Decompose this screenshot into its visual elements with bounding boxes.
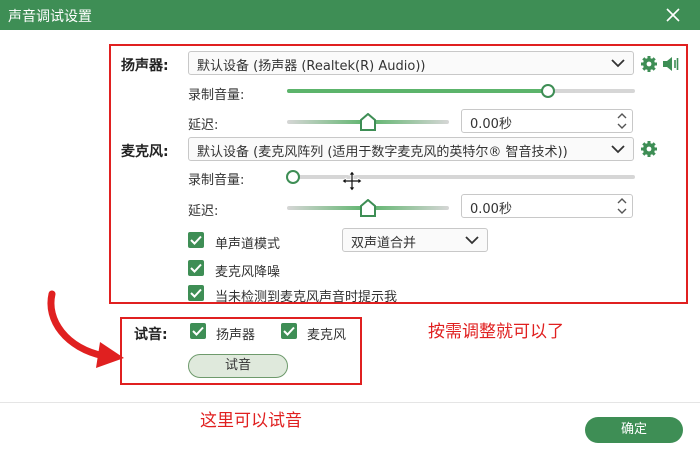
noise-reduction-label: 麦克风降噪 [215, 265, 281, 280]
channel-mode-select[interactable]: 双声道合并 [342, 228, 488, 252]
checkmark-icon [190, 235, 202, 245]
speaker-device-select[interactable]: 默认设备 (扬声器 (Realtek(R) Audio)) [188, 51, 634, 75]
speaker-delay-spinbox[interactable]: 0.00秒 [461, 109, 633, 133]
checkmark-icon [190, 263, 202, 273]
noise-reduction-checkbox[interactable] [188, 260, 204, 276]
speaker-device-value: 默认设备 (扬声器 (Realtek(R) Audio)) [197, 59, 426, 74]
slider-fill [287, 89, 548, 93]
gear-icon[interactable] [640, 140, 658, 158]
move-cursor-icon [341, 170, 363, 192]
checkmark-icon [192, 326, 204, 336]
checkmark-icon [190, 288, 202, 298]
slider-knob-pentagon[interactable] [360, 113, 376, 131]
chevron-down-icon [611, 59, 625, 68]
gear-icon[interactable] [640, 55, 658, 73]
speaker-volume-icon[interactable] [662, 55, 680, 73]
test-sound-button[interactable]: 试音 [188, 354, 288, 378]
mic-device-select[interactable]: 默认设备 (麦克风阵列 (适用于数字麦克风的英特尔® 智音技术)) [188, 137, 634, 161]
test-mic-label: 麦克风 [307, 328, 347, 343]
test-mic-checkbox[interactable] [281, 323, 297, 339]
annotation-try-here: 这里可以试音 [200, 411, 302, 431]
mono-mode-label: 单声道模式 [215, 237, 281, 252]
speaker-volume-label: 录制音量: [188, 88, 245, 103]
speaker-delay-label: 延迟: [188, 118, 219, 133]
test-speaker-label: 扬声器 [216, 328, 256, 343]
mic-delay-label: 延迟: [188, 204, 219, 219]
red-arrow-icon [47, 290, 124, 368]
spin-arrows-icon[interactable] [616, 111, 628, 131]
spin-arrows-icon[interactable] [616, 196, 628, 216]
checkmark-icon [283, 326, 295, 336]
notify-no-mic-label: 当未检测到麦克风声音时提示我 [215, 290, 398, 305]
mono-mode-checkbox[interactable] [188, 232, 204, 248]
test-label: 试音: [134, 327, 168, 343]
chevron-down-icon [465, 236, 479, 245]
speaker-delay-value: 0.00秒 [470, 117, 512, 132]
mic-delay-spinbox[interactable]: 0.00秒 [461, 194, 633, 218]
speaker-volume-slider[interactable] [287, 84, 635, 98]
speaker-label: 扬声器: [121, 58, 169, 74]
slider-knob-pentagon[interactable] [360, 199, 376, 217]
window-title: 声音调试设置 [8, 9, 92, 25]
annotation-adjust: 按需调整就可以了 [428, 322, 564, 342]
mic-delay-value: 0.00秒 [470, 202, 512, 217]
close-icon[interactable] [664, 6, 682, 24]
footer-divider [0, 402, 700, 403]
speaker-delay-slider[interactable] [287, 113, 449, 131]
title-bar: 声音调试设置 [0, 0, 700, 30]
test-speaker-checkbox[interactable] [190, 323, 206, 339]
channel-mode-value: 双声道合并 [351, 236, 417, 251]
mic-device-value: 默认设备 (麦克风阵列 (适用于数字麦克风的英特尔® 智音技术)) [197, 145, 568, 160]
mic-volume-label: 录制音量: [188, 173, 245, 188]
notify-no-mic-checkbox[interactable] [188, 285, 204, 301]
mic-label: 麦克风: [121, 144, 169, 160]
ok-button[interactable]: 确定 [585, 417, 683, 443]
slider-knob[interactable] [286, 170, 300, 184]
chevron-down-icon [611, 145, 625, 154]
slider-knob[interactable] [541, 84, 555, 98]
mic-delay-slider[interactable] [287, 199, 449, 217]
